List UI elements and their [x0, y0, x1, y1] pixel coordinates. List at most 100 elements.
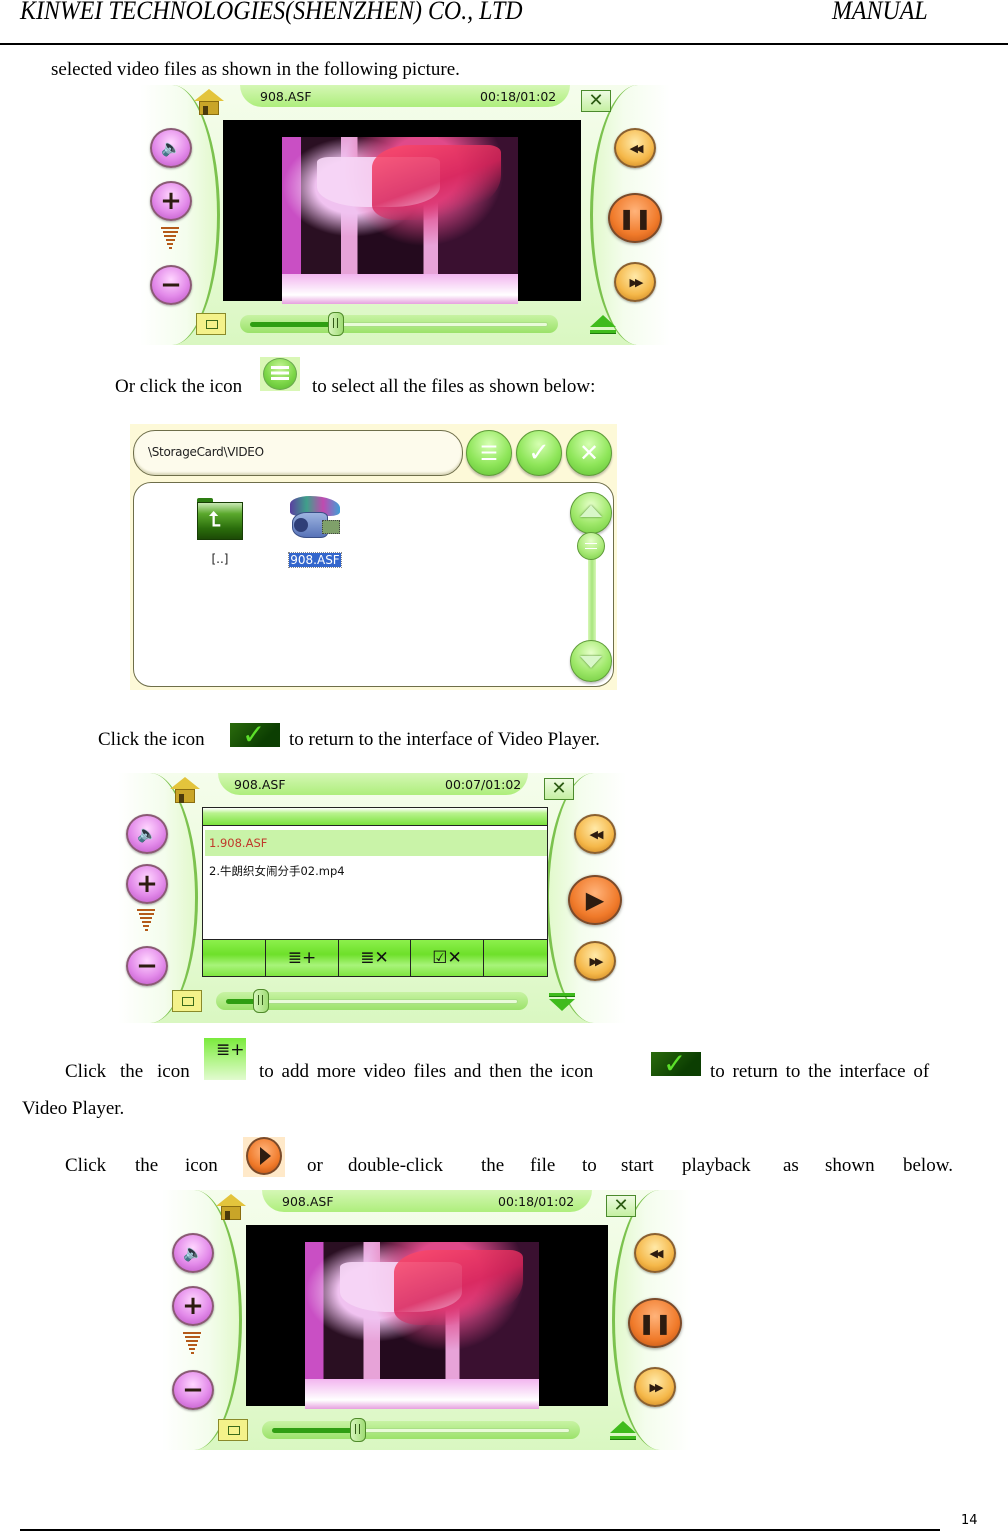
pause-button[interactable]: ❚❚ [608, 193, 662, 243]
fullscreen-icon[interactable] [218, 1419, 248, 1441]
play-button[interactable]: ▶ [568, 875, 622, 925]
fast-forward-button[interactable]: ▶▶ [574, 941, 616, 981]
seek-bar[interactable] [240, 312, 558, 336]
close-button[interactable]: ✕ [581, 90, 611, 112]
pause-button[interactable]: ❚❚ [628, 1298, 682, 1348]
fast-forward-button[interactable]: ▶▶ [634, 1367, 676, 1407]
close-button[interactable]: ✕ [606, 1195, 636, 1217]
paragraph-play-word: start [621, 1155, 654, 1176]
volume-down-button[interactable]: − [172, 1370, 214, 1410]
eject-playlist-icon[interactable] [590, 315, 616, 337]
add-to-playlist-button[interactable]: ≣+ [266, 940, 339, 976]
video-screen[interactable] [223, 120, 581, 304]
plus-icon: + [160, 186, 182, 216]
fast-forward-icon: ▶▶ [649, 1380, 664, 1394]
minus-icon: − [160, 270, 182, 300]
video-frame [305, 1242, 539, 1409]
remove-checked-button[interactable]: ☑✕ [411, 940, 484, 976]
seek-thumb[interactable] [328, 312, 345, 336]
close-icon: ✕ [578, 440, 600, 467]
path-text: \StorageCard\VIDEO [148, 445, 264, 459]
file-item-parent-folder[interactable]: ⮤ [..] [190, 498, 250, 568]
paragraph-select-all-after: to select all the files as shown below: [312, 376, 596, 397]
volume-up-button[interactable]: + [172, 1286, 214, 1326]
seek-bar[interactable] [262, 1418, 580, 1442]
close-button[interactable]: ✕ [544, 778, 574, 800]
mute-button[interactable]: 🔈 [126, 814, 168, 854]
eject-playlist-icon[interactable] [610, 1421, 636, 1443]
home-icon[interactable] [216, 1194, 246, 1220]
volume-up-button[interactable]: + [126, 864, 168, 904]
volume-down-button[interactable]: − [150, 265, 192, 305]
home-icon[interactable] [170, 777, 200, 803]
video-frame [282, 137, 518, 304]
mute-icon: 🔈 [137, 824, 157, 843]
ok-button[interactable]: ✓ [516, 430, 562, 476]
fast-forward-icon: ▶▶ [589, 954, 604, 968]
playlist-toolbar: ≣+ ≣✕ ☑✕ [203, 939, 547, 976]
play-button-icon [243, 1137, 285, 1177]
page-number: 14 [961, 1513, 978, 1528]
mute-button[interactable]: 🔈 [150, 128, 192, 168]
rewind-button[interactable]: ◀◀ [614, 128, 656, 168]
seek-thumb[interactable] [253, 989, 270, 1013]
paragraph-play-word: or [307, 1155, 323, 1176]
file-item-video[interactable]: 908.ASF [285, 496, 345, 569]
playlist-header [203, 808, 547, 826]
confirm-check-icon: ✓ [651, 1047, 701, 1080]
fullscreen-icon[interactable] [196, 313, 226, 335]
confirm-check-icon: ✓ [230, 718, 280, 751]
volume-level-icon [161, 227, 179, 257]
file-item-label-selected: 908.ASF [288, 552, 342, 568]
paragraph-add-middle: to add more video files and then the ico… [259, 1061, 594, 1082]
select-all-list-icon [260, 357, 300, 391]
remove-from-playlist-button[interactable]: ≣✕ [339, 940, 411, 976]
paragraph-return-before: Click the icon [98, 729, 205, 750]
collapse-playlist-icon[interactable] [549, 991, 575, 1013]
playlist-item[interactable]: 2.牛朗织女闹分手02.mp4 [205, 857, 547, 883]
playlist-item-selected[interactable]: 1.908.ASF [205, 830, 547, 856]
rewind-button[interactable]: ◀◀ [634, 1233, 676, 1273]
pause-icon: ❚❚ [638, 1311, 672, 1335]
player-time: 00:07/01:02 [445, 777, 522, 792]
paragraph-play-word: the [481, 1155, 505, 1176]
paragraph-add-end: to return to the interface of [710, 1061, 930, 1082]
document-type: MANUAL [832, 0, 928, 25]
paragraph-play-word: shown [825, 1155, 875, 1176]
arrow-down-icon [580, 656, 602, 668]
scroll-down-button[interactable] [570, 640, 612, 682]
paragraph-select-all-before: Or click the icon [115, 376, 243, 397]
paragraph-add-word: the [120, 1061, 144, 1082]
video-player-screenshot-1: 908.ASF 00:18/01:02 ✕ 🔈 + − ◀◀ ❚❚ ▶▶ [140, 85, 670, 345]
fullscreen-icon[interactable] [172, 990, 202, 1012]
seek-thumb[interactable] [350, 1418, 367, 1442]
paragraph-play-word: below. [903, 1155, 953, 1176]
check-icon: ✓ [528, 438, 550, 467]
paragraph-play-word: as [783, 1155, 799, 1176]
home-icon[interactable] [194, 89, 224, 115]
mute-button[interactable]: 🔈 [172, 1233, 214, 1273]
volume-up-button[interactable]: + [150, 181, 192, 221]
paragraph-play-word: Click [65, 1155, 107, 1176]
file-item-label: [..] [211, 552, 229, 566]
paragraph-intro: selected video files as shown in the fol… [51, 59, 460, 80]
company-name: KINWEI TECHNOLOGIES(SHENZHEN) CO., LTD [20, 0, 523, 25]
seek-bar[interactable] [216, 989, 528, 1013]
add-to-playlist-icon: ≣+ [204, 1038, 246, 1080]
paragraph-play-word: icon [185, 1155, 218, 1176]
header-rule [0, 43, 1008, 45]
scrollbar-thumb[interactable] [577, 532, 605, 560]
toolbar-empty-right [484, 940, 547, 976]
video-screen[interactable] [246, 1225, 608, 1409]
rewind-icon: ◀◀ [589, 827, 604, 841]
rewind-button[interactable]: ◀◀ [574, 814, 616, 854]
volume-down-button[interactable]: − [126, 946, 168, 986]
minus-icon: − [136, 951, 158, 981]
paragraph-play-word: to [582, 1155, 597, 1176]
fast-forward-button[interactable]: ▶▶ [614, 262, 656, 302]
scroll-up-button[interactable] [570, 492, 612, 534]
cancel-button[interactable]: ✕ [566, 430, 612, 476]
playlist-panel: 1.908.ASF 2.牛朗织女闹分手02.mp4 ≣+ ≣✕ ☑✕ [202, 807, 548, 977]
player-time: 00:18/01:02 [480, 89, 557, 104]
select-all-button[interactable]: ☰ [466, 430, 512, 476]
